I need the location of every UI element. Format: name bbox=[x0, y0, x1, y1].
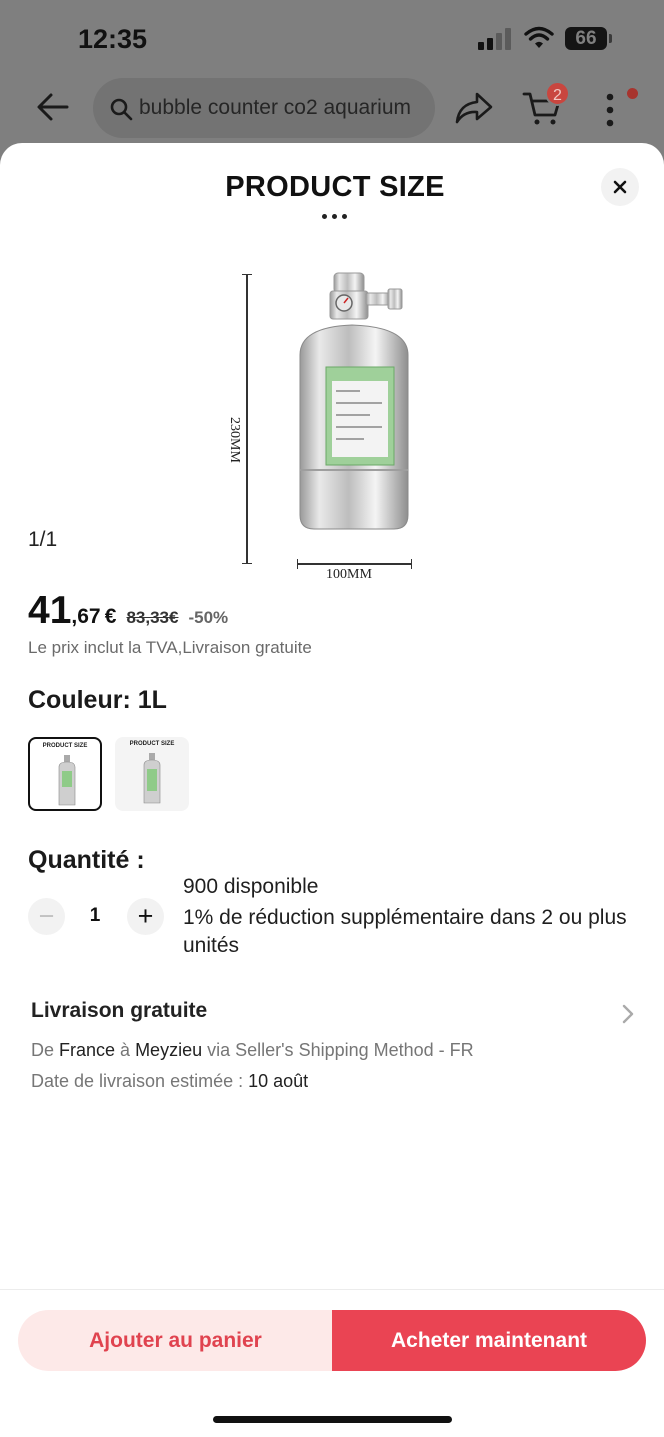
minus-icon: − bbox=[38, 901, 55, 931]
plus-icon: + bbox=[137, 901, 154, 931]
discount-badge: -50% bbox=[188, 608, 229, 627]
quantity-decrease-button[interactable]: − bbox=[28, 898, 65, 935]
thumb-title: PRODUCT SIZE bbox=[129, 741, 175, 747]
width-label: 100MM bbox=[326, 567, 372, 582]
search-icon bbox=[110, 98, 133, 121]
divider bbox=[0, 1289, 664, 1290]
battery-icon: 66 bbox=[565, 27, 612, 50]
shipping-title[interactable]: Livraison gratuite bbox=[31, 999, 207, 1023]
quantity-value[interactable]: 1 bbox=[84, 905, 106, 927]
chevron-right-icon[interactable] bbox=[621, 1004, 635, 1024]
top-navigation: bubble counter co2 aquarium 2 bbox=[0, 76, 664, 142]
bulk-discount-note: 1% de réduction supplémentaire dans 2 ou… bbox=[183, 906, 627, 957]
image-dots bbox=[322, 214, 348, 220]
share-icon[interactable] bbox=[454, 90, 494, 126]
cylinder-thumbnail bbox=[143, 753, 161, 804]
color-option-1l[interactable]: PRODUCT SIZE bbox=[28, 737, 102, 811]
search-bar[interactable]: bubble counter co2 aquarium bbox=[93, 78, 435, 138]
ship-method: via Seller's Shipping Method - FR bbox=[202, 1040, 474, 1060]
close-icon bbox=[613, 180, 627, 194]
shipping-route: De France à Meyzieu via Seller's Shippin… bbox=[31, 1040, 474, 1060]
cylinder-thumbnail bbox=[58, 755, 76, 806]
tax-note: Le prix inclut la TVA,Livraison gratuite bbox=[28, 638, 312, 657]
width-dimension-line bbox=[297, 559, 412, 569]
product-image[interactable]: PRODUCT SIZE 230MM 100MM bbox=[210, 171, 460, 582]
status-time: 12:35 bbox=[78, 24, 148, 54]
wifi-icon bbox=[524, 26, 554, 48]
image-title: PRODUCT SIZE bbox=[225, 171, 445, 203]
ship-from: France bbox=[59, 1040, 116, 1060]
co2-cylinder-illustration bbox=[299, 272, 409, 530]
more-options-icon[interactable] bbox=[606, 93, 614, 127]
add-to-cart-button[interactable]: Ajouter au panier bbox=[18, 1310, 333, 1371]
ship-to: Meyzieu bbox=[135, 1040, 203, 1060]
price-integer: 41 bbox=[28, 589, 72, 632]
home-indicator bbox=[213, 1416, 452, 1423]
color-label: Couleur: 1L bbox=[28, 686, 167, 714]
back-arrow-icon[interactable] bbox=[36, 90, 70, 124]
buy-now-button[interactable]: Acheter maintenant bbox=[332, 1310, 646, 1371]
quantity-label: Quantité : bbox=[28, 846, 145, 874]
status-bar: 12:35 66 bbox=[0, 0, 664, 76]
quantity-increase-button[interactable]: + bbox=[127, 898, 164, 935]
image-counter: 1/1 bbox=[28, 528, 58, 551]
cart-count-badge: 2 bbox=[545, 81, 570, 106]
notification-dot bbox=[627, 88, 638, 99]
original-price: 83,33€ bbox=[126, 608, 179, 627]
sku-selection-sheet: PRODUCT SIZE 230MM 100MM 1/1 41,67 € 83,… bbox=[0, 143, 664, 1437]
price-decimal: ,67 € bbox=[71, 605, 117, 628]
cellular-signal-icon bbox=[478, 28, 514, 50]
delivery-estimate: Date de livraison estimée : 10 août bbox=[31, 1071, 309, 1091]
stock-available: 900 disponible bbox=[183, 875, 319, 898]
color-option-2[interactable]: PRODUCT SIZE bbox=[115, 737, 189, 811]
close-button[interactable] bbox=[601, 168, 639, 206]
delivery-date: 10 août bbox=[248, 1071, 309, 1091]
price-row: 41,67 € 83,33€ -50% bbox=[28, 589, 228, 633]
thumb-title: PRODUCT SIZE bbox=[42, 743, 88, 749]
search-query[interactable]: bubble counter co2 aquarium bbox=[139, 96, 427, 120]
height-dimension-line bbox=[242, 274, 252, 564]
height-label: 230MM bbox=[227, 417, 242, 463]
